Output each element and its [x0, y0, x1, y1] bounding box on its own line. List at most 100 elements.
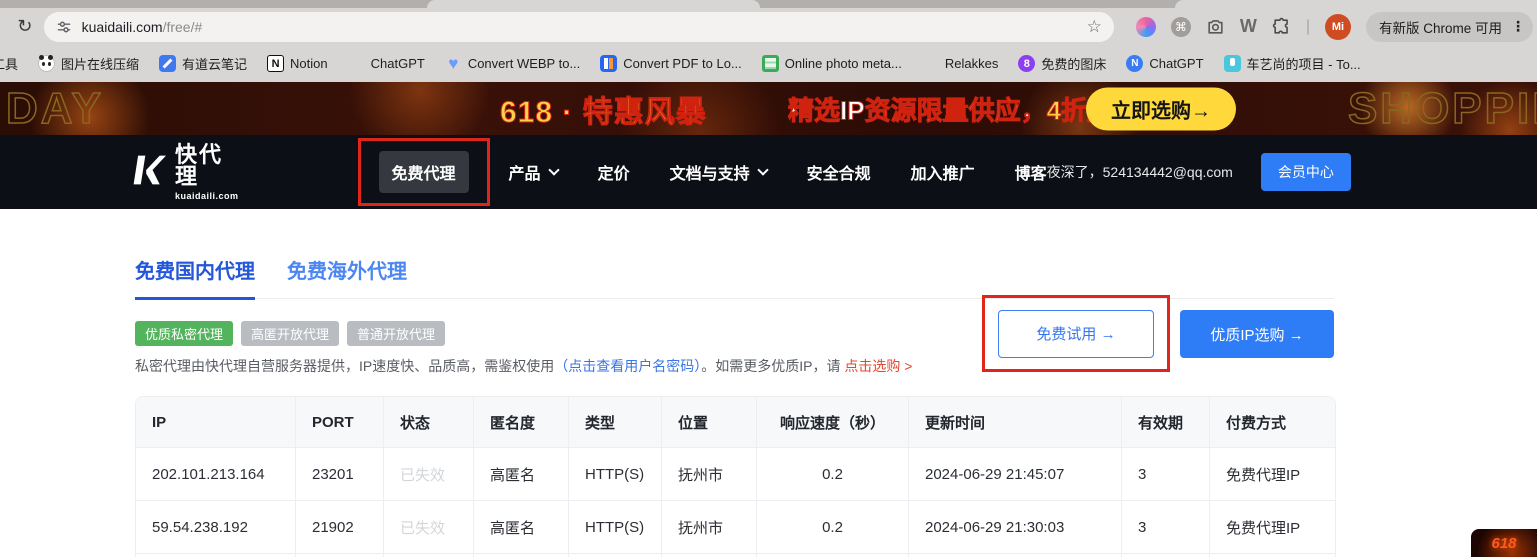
- bookmark-item[interactable]: Online photo meta...: [762, 55, 902, 72]
- browser-toolbar: ↻ kuaidaili.com/free/# ☆ ⌘ W | Mi 有新版 Ch…: [0, 8, 1537, 45]
- nav-item-label: 产品: [509, 160, 541, 184]
- logo-k-icon: [130, 152, 166, 193]
- nav-item-label: 文档与支持: [670, 160, 750, 184]
- sheet-icon: [762, 55, 779, 72]
- promo-banner[interactable]: DAY 618 · 特惠风暴 精选IP资源限量供应，4折起疯抢中! 立即选购→ …: [0, 82, 1537, 135]
- bookmark-item[interactable]: Convert PDF to Lo...: [600, 55, 742, 72]
- buy-now-link[interactable]: 点击选购 >: [844, 358, 912, 374]
- nav-item-label: 博客: [1015, 160, 1047, 184]
- column-header: 有效期: [1122, 397, 1210, 448]
- nav-item-2[interactable]: 定价: [598, 160, 630, 184]
- bookmark-item[interactable]: NNotion: [267, 55, 328, 72]
- url-host: kuaidaili.com: [82, 19, 163, 35]
- tab-domestic-proxy[interactable]: 免费国内代理: [135, 255, 255, 300]
- tab-strip-segment: [1175, 0, 1537, 8]
- bookmark-item[interactable]: 有道云笔记: [159, 54, 247, 73]
- table-cell: HTTP(S): [569, 448, 662, 501]
- table-cell: 2024-06-29 21:30:03: [909, 501, 1122, 554]
- bookmark-label: Convert PDF to Lo...: [623, 56, 742, 71]
- nav-right: 夜深了，524134442@qq.com 会员中心: [1047, 153, 1351, 191]
- bookmark-item[interactable]: 8免费的图床: [1018, 54, 1106, 73]
- bookmark-label: 车艺尚的项目 - To...: [1247, 54, 1361, 73]
- tab-strip-segment: [427, 0, 760, 8]
- extension-brain-icon[interactable]: [1136, 17, 1156, 37]
- table-cell: 免费代理IP: [1210, 448, 1335, 501]
- profile-avatar[interactable]: Mi: [1325, 14, 1351, 40]
- banner-cta-button[interactable]: 立即选购→: [1086, 87, 1236, 130]
- bookmark-item[interactable]: NChatGPT: [1126, 55, 1203, 72]
- page-content: 免费国内代理 免费海外代理 优质私密代理高匿开放代理普通开放代理 私密代理由快代…: [0, 209, 1537, 557]
- column-header: 更新时间: [909, 397, 1122, 448]
- nav-item-3[interactable]: 文档与支持: [670, 160, 767, 184]
- banner-sub-pre: 精选IP资源限量供应，: [788, 95, 1047, 125]
- proxy-type-tag[interactable]: 普通开放代理: [347, 321, 445, 346]
- table-cell: 23201: [296, 448, 384, 501]
- url-text: kuaidaili.com/free/#: [82, 19, 203, 35]
- bookmark-label: ChatGPT: [371, 56, 425, 71]
- nav-item-1[interactable]: 产品: [509, 160, 558, 184]
- promo-618-badge[interactable]: 618: [1471, 529, 1537, 557]
- site-settings-icon[interactable]: [56, 19, 72, 35]
- member-center-button[interactable]: 会员中心: [1261, 153, 1351, 191]
- bookmark-item[interactable]: 图片在线压缩: [38, 54, 139, 73]
- proxy-type-tag[interactable]: 优质私密代理: [135, 321, 233, 346]
- nav-item-6[interactable]: 博客: [1015, 160, 1047, 184]
- nav-item-5[interactable]: 加入推广: [911, 160, 975, 184]
- bookmark-label: Convert WEBP to...: [468, 56, 580, 71]
- nav-item-label: 免费代理: [379, 151, 469, 193]
- table-cell: 高匿名: [474, 448, 569, 501]
- heart-icon: ♥: [445, 55, 462, 72]
- nav-menu: 免费代理 产品 定价 文档与支持 安全合规 加入推广 博客: [379, 151, 1047, 193]
- reload-button[interactable]: ↻: [12, 16, 38, 37]
- address-bar[interactable]: kuaidaili.com/free/# ☆: [44, 12, 1114, 42]
- proxy-type-tag[interactable]: 高匿开放代理: [241, 321, 339, 346]
- nav-item-label: 安全合规: [807, 160, 871, 184]
- tab-overseas-proxy[interactable]: 免费海外代理: [287, 255, 407, 298]
- extension-command-icon[interactable]: ⌘: [1171, 17, 1191, 37]
- table-cell: 抚州市: [662, 501, 757, 554]
- bookmark-star-icon[interactable]: ☆: [1087, 17, 1102, 37]
- chrome-update-button[interactable]: 有新版 Chrome 可用 ⋮: [1366, 12, 1533, 42]
- desc-text: 。如需更多优质IP，请: [701, 358, 844, 374]
- extension-wikipedia-icon[interactable]: W: [1240, 16, 1257, 37]
- table-cell: 3: [1122, 448, 1210, 501]
- view-credentials-link[interactable]: （点击查看用户名密码）: [554, 358, 701, 374]
- proxy-tabs: 免费国内代理 免费海外代理: [135, 209, 1334, 299]
- folder-icon: [348, 55, 365, 72]
- tab-strip: [0, 0, 1537, 8]
- banner-marquee-right: SHOPPIN: [1348, 84, 1537, 134]
- table-cell: 21902: [296, 501, 384, 554]
- extensions-puzzle-icon[interactable]: [1272, 17, 1291, 36]
- column-header: PORT: [296, 397, 384, 448]
- url-path: /free/#: [163, 19, 203, 35]
- column-header: 响应速度（秒）: [757, 397, 909, 448]
- table-cell: 高匿名: [474, 501, 569, 554]
- banner-marquee-left: DAY: [6, 84, 104, 134]
- bookmark-label: 免费的图床: [1041, 54, 1106, 73]
- logo-title: 快代理: [175, 144, 239, 188]
- nav-item-4[interactable]: 安全合规: [807, 160, 871, 184]
- bookmark-item[interactable]: 车艺尚的项目 - To...: [1224, 54, 1361, 73]
- panda-icon: [38, 55, 55, 72]
- teal-icon: [1224, 55, 1241, 72]
- table-cell: 0.2: [757, 448, 909, 501]
- bluecircle-icon: N: [1126, 55, 1143, 72]
- proxy-table: IPPORT状态匿名度类型位置响应速度（秒）更新时间有效期付费方式202.101…: [136, 397, 1335, 557]
- site-logo[interactable]: 快代理 kuaidaili.com: [130, 144, 239, 201]
- nav-item-label: 加入推广: [911, 160, 975, 184]
- extension-camera-icon[interactable]: [1206, 17, 1225, 36]
- bookmark-item[interactable]: 工具: [0, 54, 18, 73]
- nav-item-0[interactable]: 免费代理: [379, 151, 469, 193]
- column-header: 付费方式: [1210, 397, 1335, 448]
- desc-text: 私密代理由快代理自营服务器提供，IP速度快、品质高，需鉴权使用: [135, 358, 554, 374]
- bookmark-item[interactable]: ChatGPT: [348, 55, 425, 72]
- logo-subtitle: kuaidaili.com: [175, 191, 239, 201]
- column-header: 状态: [384, 397, 474, 448]
- premium-ip-button[interactable]: 优质IP选购 →: [1180, 310, 1334, 358]
- nav-item-label: 定价: [598, 160, 630, 184]
- menu-kebab-icon[interactable]: ⋮: [1511, 18, 1525, 35]
- bookmark-label: 有道云笔记: [182, 54, 247, 73]
- free-trial-button[interactable]: 免费试用 →: [998, 310, 1154, 358]
- bookmark-item[interactable]: ♥ Convert WEBP to...: [445, 55, 580, 72]
- bookmark-item[interactable]: Relakkes: [922, 55, 998, 72]
